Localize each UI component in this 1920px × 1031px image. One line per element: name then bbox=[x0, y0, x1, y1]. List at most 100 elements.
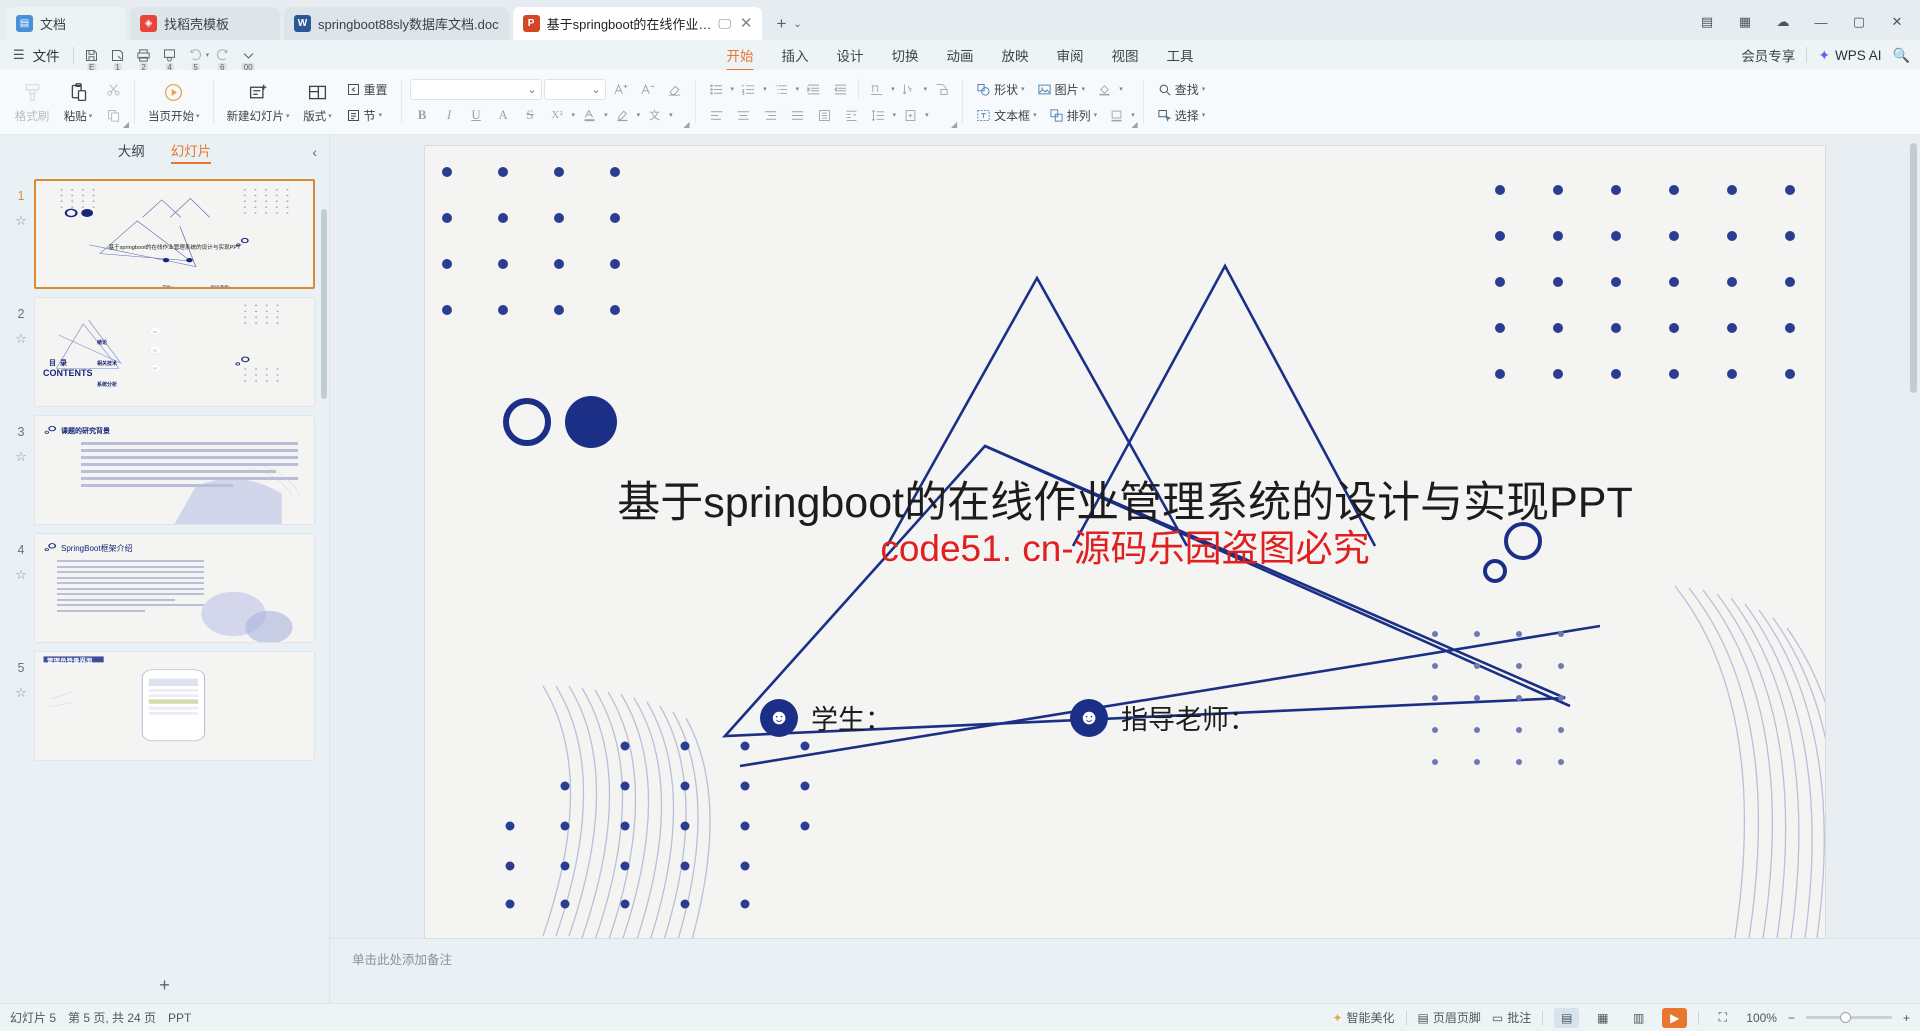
star-icon[interactable]: ☆ bbox=[15, 685, 27, 701]
textbox-button[interactable]: 文本框 ▾ bbox=[971, 104, 1042, 127]
print-icon[interactable]: 2 bbox=[131, 42, 157, 72]
tab-transitions[interactable]: 切换 bbox=[878, 41, 933, 70]
numbered-list-icon[interactable] bbox=[736, 78, 761, 101]
character-border-button[interactable]: A bbox=[491, 104, 516, 127]
text-direction-icon[interactable] bbox=[864, 78, 889, 101]
slide-thumbnail[interactable]: SpringBoot框架介绍 bbox=[34, 533, 315, 643]
underline-button[interactable]: U bbox=[464, 104, 489, 127]
font-family-select[interactable]: ⌄ bbox=[409, 78, 542, 100]
find-button[interactable]: 查找 ▾ bbox=[1152, 78, 1211, 101]
chevron-down-icon[interactable]: ▾ bbox=[925, 111, 929, 119]
new-tab-button[interactable]: + ⌄ bbox=[766, 14, 811, 40]
chevron-down-icon[interactable]: ▾ bbox=[1202, 111, 1206, 119]
tab-presentation[interactable]: P 基于springboot的在线作业… 🖵 ✕ bbox=[512, 7, 763, 40]
chevron-left-icon[interactable]: ‹ bbox=[312, 144, 317, 160]
align-right-icon[interactable] bbox=[758, 104, 783, 127]
chevron-down-icon[interactable]: ▾ bbox=[379, 111, 383, 119]
vertical-align-icon[interactable] bbox=[898, 104, 923, 127]
tab-design[interactable]: 设计 bbox=[823, 41, 878, 70]
list-item[interactable]: 4 ☆ SpringBoot框架介绍 bbox=[0, 529, 329, 647]
chevron-down-icon[interactable]: ▾ bbox=[196, 112, 200, 120]
list-item[interactable]: 1 ☆ 基于springboot的在线作业管理系统的设计与实现PPT 学生： 指… bbox=[0, 175, 329, 293]
zoom-slider[interactable] bbox=[1805, 1012, 1892, 1023]
chevron-down-icon[interactable]: ▾ bbox=[1119, 85, 1123, 93]
reading-view-button[interactable]: ▥ bbox=[1626, 1008, 1651, 1028]
chevron-down-icon[interactable]: ▾ bbox=[89, 112, 93, 120]
paste-button[interactable]: 粘贴 ▾ bbox=[55, 74, 101, 130]
drawing-dialog-launcher[interactable]: ◢ bbox=[1132, 120, 1138, 129]
tab-animations[interactable]: 动画 bbox=[933, 41, 988, 70]
list-item[interactable]: 3 ☆ 课题的研究背景 bbox=[0, 411, 329, 529]
slide-sorter-view-button[interactable]: ▦ bbox=[1590, 1008, 1615, 1028]
chevron-down-icon[interactable]: ▾ bbox=[1082, 85, 1086, 93]
slide-thumbnail[interactable]: 课题的研究背景 bbox=[34, 415, 315, 525]
wps-ai-button[interactable]: ✦ WPS AI bbox=[1818, 47, 1881, 64]
chevron-down-icon[interactable]: ▾ bbox=[637, 111, 641, 119]
tab-review[interactable]: 审阅 bbox=[1043, 41, 1098, 70]
start-from-current-slide-button[interactable]: 当页开始 ▾ bbox=[143, 74, 205, 130]
chevron-down-icon[interactable]: ▾ bbox=[763, 85, 767, 93]
list-item[interactable]: 2 ☆ 01 02 03 目 录 CONTENTS 绪论 相关技术 系统分析 bbox=[0, 293, 329, 411]
paragraph-dialog-launcher[interactable]: ◢ bbox=[951, 120, 957, 129]
chevron-down-icon[interactable]: ▾ bbox=[1131, 111, 1135, 119]
superscript-button[interactable]: X² bbox=[545, 104, 570, 127]
slide-thumbnail[interactable]: 01 02 03 目 录 CONTENTS 绪论 相关技术 系统分析 bbox=[34, 297, 315, 407]
arrange-button[interactable]: 排列 ▾ bbox=[1044, 104, 1103, 127]
columns-icon[interactable] bbox=[839, 104, 864, 127]
tab-find-template[interactable]: ◈ 找稻壳模板 bbox=[130, 7, 280, 40]
zoom-slider-handle[interactable] bbox=[1840, 1012, 1852, 1023]
zoom-in-button[interactable]: + bbox=[1903, 1011, 1910, 1025]
reset-button[interactable]: 重置 bbox=[341, 78, 393, 101]
shape-fill-icon[interactable] bbox=[1092, 78, 1117, 101]
undo-icon[interactable]: 5 bbox=[183, 42, 209, 72]
layout-button[interactable]: 版式 ▾ bbox=[295, 74, 341, 130]
slide-panel-scrollbar[interactable] bbox=[321, 209, 327, 399]
comment-button[interactable]: ▭ 批注 bbox=[1492, 1009, 1531, 1026]
section-button[interactable]: 节 ▾ bbox=[341, 104, 388, 127]
save-as-icon[interactable]: 1 bbox=[105, 42, 131, 72]
save-icon[interactable]: E bbox=[79, 42, 105, 72]
star-icon[interactable]: ☆ bbox=[15, 567, 27, 583]
cloud-sync-icon[interactable]: ☁ bbox=[1766, 8, 1800, 36]
shapes-button[interactable]: 形状 ▾ bbox=[971, 78, 1030, 101]
chevron-down-icon[interactable]: ▾ bbox=[604, 111, 608, 119]
minimize-button[interactable]: — bbox=[1804, 8, 1838, 36]
file-menu-button[interactable]: 文件 bbox=[29, 43, 68, 67]
tab-insert[interactable]: 插入 bbox=[768, 41, 823, 70]
redo-icon[interactable]: 6 bbox=[209, 42, 235, 72]
italic-button[interactable]: I bbox=[437, 104, 462, 127]
tab-tools[interactable]: 工具 bbox=[1153, 41, 1208, 70]
speaker-notes-pane[interactable]: 单击此处添加备注 bbox=[330, 938, 1920, 1003]
tab-slideshow[interactable]: 放映 bbox=[988, 41, 1043, 70]
student-field[interactable]: ☻ 学生： bbox=[760, 698, 892, 737]
strikethrough-button[interactable]: S bbox=[518, 104, 543, 127]
font-dialog-launcher[interactable]: ◢ bbox=[683, 120, 689, 129]
star-icon[interactable]: ☆ bbox=[15, 331, 27, 347]
new-slide-button[interactable]: 新建幻灯片 ▾ bbox=[222, 74, 295, 130]
decrease-indent-icon[interactable] bbox=[801, 78, 826, 101]
normal-view-button[interactable]: ▤ bbox=[1554, 1007, 1580, 1028]
tab-documents[interactable]: ▤ 文档 bbox=[6, 7, 126, 40]
chevron-down-icon[interactable]: ▾ bbox=[796, 85, 800, 93]
teacher-field[interactable]: ☻ 指导老师： bbox=[1070, 698, 1256, 737]
chevron-down-icon[interactable]: ▾ bbox=[572, 111, 576, 119]
chevron-down-icon[interactable]: ▾ bbox=[924, 85, 928, 93]
sidebar-toggle-icon[interactable]: ▤ bbox=[1690, 8, 1724, 36]
smart-beautify-button[interactable]: ✦ 智能美化 bbox=[1332, 1009, 1394, 1026]
increase-indent-icon[interactable] bbox=[828, 78, 853, 101]
chevron-down-icon[interactable]: ▾ bbox=[891, 85, 895, 93]
tab-word-document[interactable]: W springboot88sly数据库文档.doc bbox=[284, 7, 509, 40]
slide-thumbnail-list[interactable]: 1 ☆ 基于springboot的在线作业管理系统的设计与实现PPT 学生： 指… bbox=[0, 169, 329, 967]
format-painter-button[interactable]: 格式刷 bbox=[9, 74, 55, 130]
smartart-icon[interactable] bbox=[929, 78, 954, 101]
bullet-list-icon[interactable] bbox=[704, 78, 729, 101]
chevron-down-icon[interactable]: ▾ bbox=[1202, 85, 1206, 93]
tab-home[interactable]: 开始 bbox=[713, 41, 768, 71]
tab-view[interactable]: 视图 bbox=[1098, 41, 1153, 70]
pictures-button[interactable]: 图片 ▾ bbox=[1032, 78, 1091, 101]
clipboard-dialog-launcher[interactable]: ◢ bbox=[123, 120, 129, 129]
maximize-button[interactable]: ▢ bbox=[1842, 8, 1876, 36]
bold-button[interactable]: B bbox=[410, 104, 435, 127]
justify-icon[interactable] bbox=[785, 104, 810, 127]
chevron-down-icon[interactable]: ▾ bbox=[893, 111, 897, 119]
